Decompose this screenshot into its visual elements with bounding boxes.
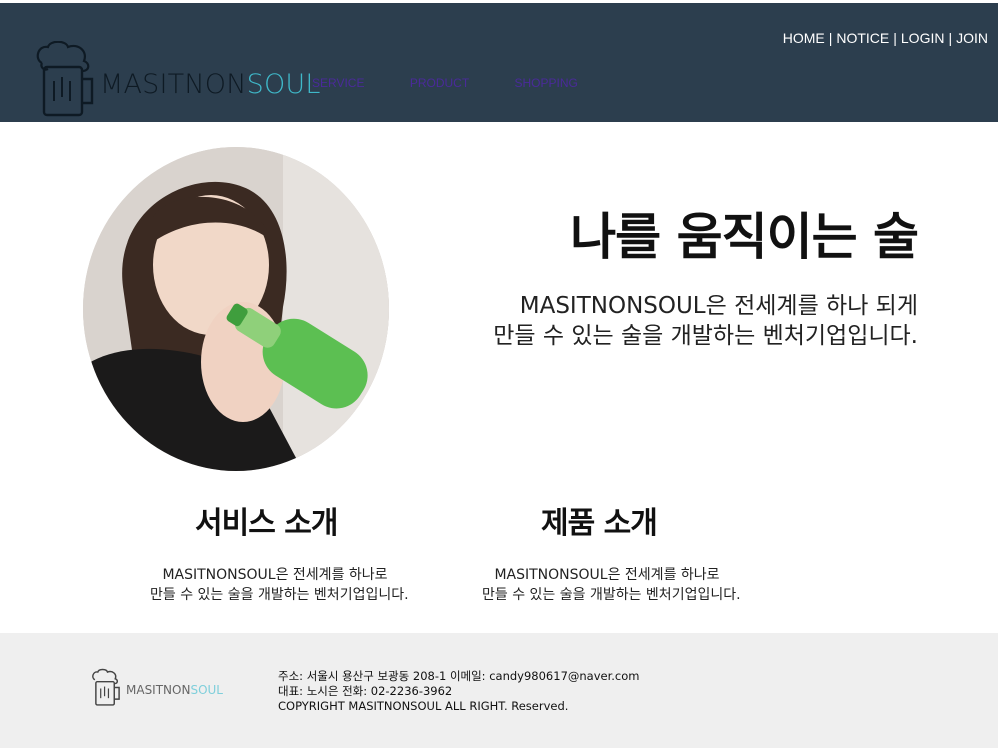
- footer-info: 주소: 서울시 용산구 보광동 208-1 이메일: candy980617@n…: [278, 669, 640, 714]
- footer-rep: 대표: 노시은 전화: 02-2236-3962: [278, 684, 453, 698]
- product-intro-title[interactable]: 제품 소개: [541, 498, 658, 542]
- join-link[interactable]: JOIN: [956, 30, 988, 46]
- home-link[interactable]: HOME: [783, 30, 825, 46]
- beer-mug-icon: [36, 41, 94, 117]
- main-nav: SERVICE PRODUCT SHOPPING: [312, 76, 620, 90]
- nav-product[interactable]: PRODUCT: [410, 76, 469, 90]
- site-logo[interactable]: MASITNONSOUL: [36, 41, 320, 119]
- product-intro-desc: MASITNONSOUL은 전세계를 하나로 만들 수 있는 술을 개발하는 벤…: [482, 567, 741, 603]
- footer-logo: MASITNONSOUL: [92, 665, 232, 715]
- nav-shopping[interactable]: SHOPPING: [515, 76, 578, 90]
- site-footer: MASITNONSOUL 주소: 서울시 용산구 보광동 208-1 이메일: …: [0, 633, 998, 748]
- hero-headline: 나를 움직이는 술: [570, 208, 919, 266]
- notice-link[interactable]: NOTICE: [836, 30, 889, 46]
- service-intro-title[interactable]: 서비스 소개: [195, 498, 338, 542]
- nav-service[interactable]: SERVICE: [312, 76, 364, 90]
- site-header: HOME | NOTICE | LOGIN | JOIN MASITNONSOUL SERV…: [0, 3, 998, 122]
- footer-address: 주소: 서울시 용산구 보광동 208-1 이메일: candy980617@n…: [278, 669, 640, 683]
- footer-copyright: COPYRIGHT MASITNONSOUL ALL RIGHT. Reserv…: [278, 699, 569, 713]
- footer-logo-wordmark: MASITNONSOUL: [126, 683, 223, 697]
- hero-intro: MASITNONSOUL은 전세계를 하나 되게 만들 수 있는 술을 개발하는…: [493, 293, 918, 349]
- service-intro-desc: MASITNONSOUL은 전세계를 하나로 만들 수 있는 술을 개발하는 벤…: [150, 567, 409, 603]
- login-link[interactable]: LOGIN: [901, 30, 945, 46]
- beer-mug-icon: [92, 668, 120, 706]
- logo-wordmark: MASITNONSOUL: [100, 69, 321, 100]
- hero-photo: [83, 147, 389, 471]
- top-links: HOME | NOTICE | LOGIN | JOIN: [782, 30, 988, 46]
